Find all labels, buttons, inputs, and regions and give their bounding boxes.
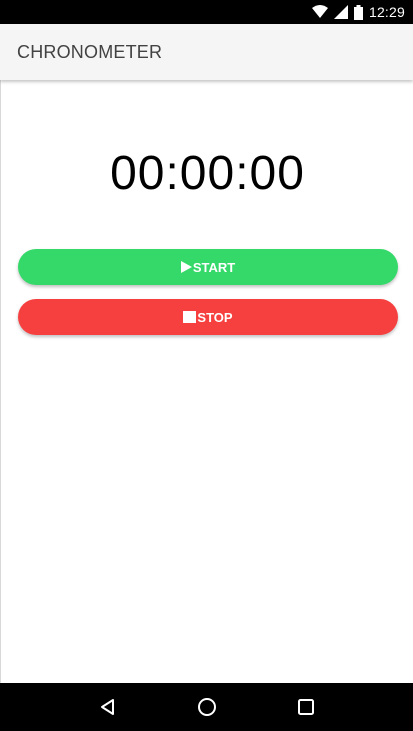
home-button[interactable] [183, 683, 231, 731]
back-icon [100, 699, 114, 715]
app-bar: CHRONOMETER [0, 24, 413, 80]
home-icon [197, 698, 216, 716]
recents-button[interactable] [282, 683, 330, 731]
signal-icon [333, 5, 348, 19]
status-bar: 12:29 [0, 0, 413, 24]
back-button[interactable] [84, 683, 132, 731]
navigation-bar [0, 683, 413, 731]
status-time: 12:29 [368, 4, 405, 20]
recents-icon [297, 699, 314, 715]
stop-button[interactable]: STOP [18, 299, 398, 335]
start-button-label: START [192, 259, 236, 275]
timer-display: 00:00:00 [110, 147, 305, 200]
stop-icon [183, 311, 197, 323]
battery-icon [353, 4, 363, 20]
stop-button-label: STOP [197, 309, 233, 325]
main-content: 00:00:00 START STOP [0, 80, 413, 683]
play-icon [180, 261, 192, 273]
app-title: CHRONOMETER [17, 41, 163, 62]
wifi-icon [311, 5, 328, 18]
start-button[interactable]: START [18, 249, 398, 285]
